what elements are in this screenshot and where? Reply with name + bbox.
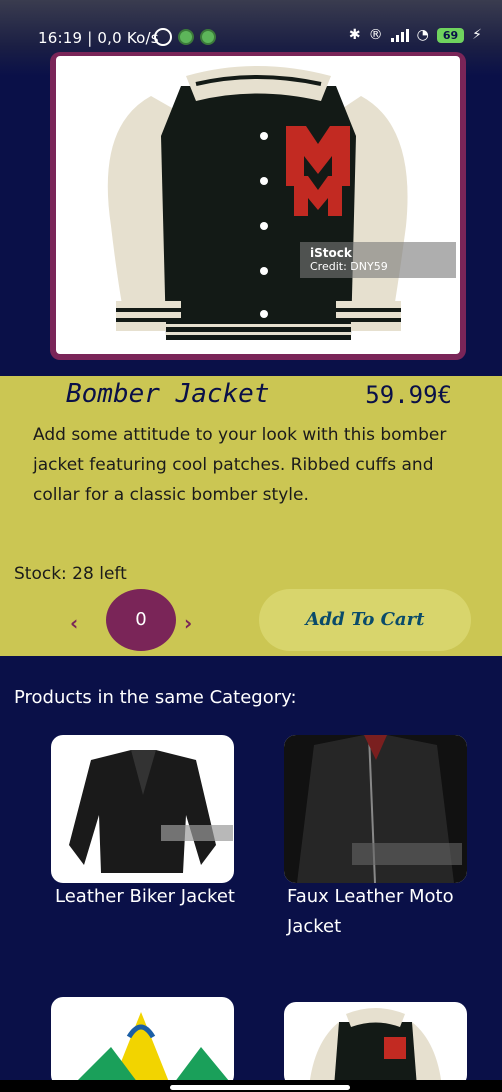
battery-icon: 69 bbox=[436, 27, 465, 43]
wifi-icon: ◔ bbox=[416, 27, 429, 43]
related-product-card-2[interactable] bbox=[284, 735, 467, 883]
product-image: iStock Credit: DNY59 bbox=[56, 56, 460, 354]
product-info-panel: Bomber Jacket 59.99€ Add some attitude t… bbox=[0, 376, 502, 656]
product-title: Bomber Jacket bbox=[66, 379, 270, 409]
windbreaker-jacket-image bbox=[71, 1012, 234, 1087]
bomber-jacket-illustration bbox=[107, 66, 408, 340]
related-product-card-3[interactable] bbox=[51, 997, 234, 1087]
faux-leather-moto-jacket-image bbox=[284, 735, 467, 883]
decrement-button[interactable]: ‹ bbox=[70, 611, 78, 635]
home-indicator[interactable] bbox=[170, 1085, 350, 1090]
image-watermark: iStock Credit: DNY59 bbox=[300, 242, 456, 278]
related-product-name-2[interactable]: Faux Leather Moto Jacket bbox=[287, 882, 487, 942]
related-product-card-4[interactable] bbox=[284, 1002, 467, 1087]
app-notification-icon-2 bbox=[200, 29, 216, 45]
increment-button[interactable]: › bbox=[184, 611, 192, 635]
stock-label: Stock: 28 left bbox=[14, 564, 127, 584]
product-price: 59.99€ bbox=[365, 381, 452, 409]
related-product-name-1[interactable]: Leather Biker Jacket bbox=[55, 882, 255, 912]
related-product-card-1[interactable] bbox=[51, 735, 234, 883]
signal-icon bbox=[390, 28, 409, 42]
product-image-frame: iStock Credit: DNY59 bbox=[50, 52, 466, 360]
bluetooth-icon: ✱ bbox=[348, 27, 361, 43]
charging-icon: ⚡ bbox=[472, 27, 482, 43]
alarm-icon bbox=[154, 28, 172, 46]
add-to-cart-button[interactable]: Add To Cart bbox=[259, 589, 471, 651]
product-description: Add some attitude to your look with this… bbox=[33, 425, 447, 505]
bomber-jacket-thumbnail-image bbox=[309, 1008, 442, 1087]
quantity-display: 0 bbox=[106, 589, 176, 651]
registered-icon: ® bbox=[368, 27, 383, 43]
status-time: 16:19 | 0,0 Ko/s bbox=[38, 29, 159, 47]
leather-biker-jacket-image bbox=[69, 750, 233, 873]
app-notification-icon bbox=[178, 29, 194, 45]
related-heading: Products in the same Category: bbox=[14, 687, 297, 708]
